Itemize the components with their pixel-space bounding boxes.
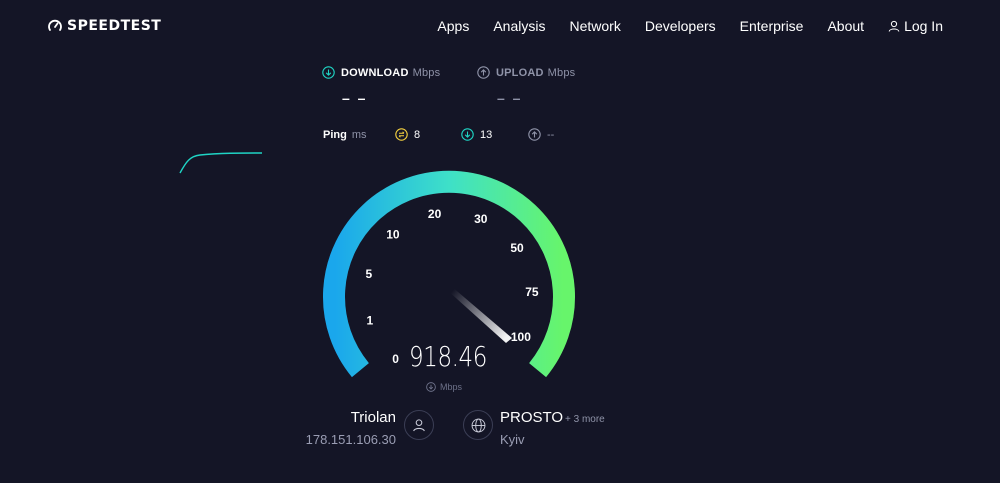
gauge-tick-label: 10 [386, 227, 400, 241]
current-speed-unit: Mbps [426, 382, 462, 392]
server-name[interactable]: PROSTO [500, 409, 563, 426]
globe-icon [471, 418, 485, 432]
current-speed-value: 918.46 [409, 340, 487, 373]
server-more-link[interactable]: + 3 more [565, 414, 605, 425]
isp-name: Triolan [350, 409, 396, 426]
gauge-tick-label: 75 [525, 285, 539, 299]
gauge-tick-label: 20 [428, 207, 442, 221]
gauge-tick-label: 5 [365, 267, 372, 281]
download-small-icon [426, 382, 436, 392]
gauge-tick-label: 0 [392, 352, 399, 366]
gauge-tick-label: 100 [511, 330, 531, 344]
user-provider-badge [404, 410, 434, 440]
user-icon [413, 419, 425, 432]
gauge-tick-label: 1 [366, 314, 373, 328]
isp-ip: 178.151.106.30 [305, 432, 396, 447]
gauge-tick-label: 30 [474, 212, 488, 226]
current-speed-unit-label: Mbps [440, 382, 463, 392]
gauge-tick-label: 50 [510, 241, 524, 255]
server-location: Kyiv [500, 432, 525, 447]
server-globe-badge[interactable] [463, 410, 493, 440]
gauge-needle [447, 286, 512, 343]
